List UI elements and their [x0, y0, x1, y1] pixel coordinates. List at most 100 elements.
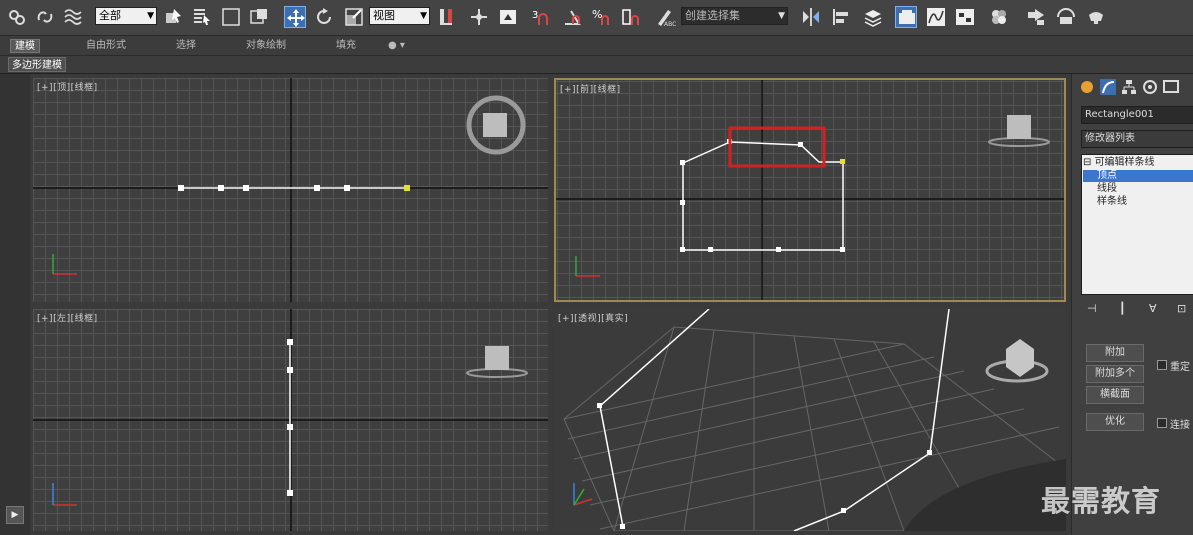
angle-snap-icon[interactable] [561, 6, 583, 28]
refine-button[interactable]: 优化 [1086, 413, 1144, 431]
snap-toggle-icon[interactable]: 3 [530, 6, 552, 28]
mirror-icon[interactable] [800, 6, 822, 28]
display-panel-icon[interactable] [1162, 78, 1180, 96]
tab-populate[interactable]: 填充 [332, 39, 360, 53]
reference-coord-value: 视图 [373, 9, 395, 22]
spline-vertex[interactable] [776, 247, 781, 252]
edit-named-sets-icon[interactable]: ABC [654, 6, 676, 28]
view-cube-icon[interactable] [466, 346, 528, 378]
spline-vertex[interactable] [680, 247, 685, 252]
stack-item-segment[interactable]: 线段 [1083, 183, 1193, 195]
render-icon[interactable] [1085, 6, 1107, 28]
axis-tripod-icon [52, 483, 77, 506]
bind-spacewarp-icon[interactable] [62, 6, 84, 28]
spline-vertex[interactable] [218, 185, 224, 191]
spline-perspective-left[interactable] [599, 309, 710, 528]
front-view-drawing [556, 80, 1064, 300]
stack-item-editable-spline[interactable]: ⊟ 可编辑样条线 [1083, 157, 1193, 169]
connect-checkbox[interactable] [1157, 418, 1167, 428]
modify-panel-icon[interactable] [1099, 78, 1117, 96]
stack-tools-row: ⊣ ┃ ∀ ⊡ [1081, 300, 1193, 318]
tab-freeform[interactable]: 自由形式 [82, 39, 130, 53]
create-panel-icon[interactable] [1078, 78, 1096, 96]
view-cube-icon[interactable] [466, 95, 526, 155]
tab-modeling[interactable]: 建模 [10, 39, 40, 53]
edited-rectangle-spline[interactable] [682, 141, 844, 251]
viewport-front[interactable]: [+][前][线框] [554, 78, 1066, 302]
spline-vertex[interactable] [178, 185, 184, 191]
spline-vertex[interactable] [287, 367, 293, 373]
attach-multiple-button[interactable]: 附加多个 [1086, 365, 1144, 383]
attach-button[interactable]: 附加 [1086, 344, 1144, 362]
polygon-modeling-tab[interactable]: 多边形建模 [8, 57, 66, 72]
spline-vertex[interactable] [314, 185, 320, 191]
spline-vertex[interactable] [841, 508, 846, 513]
modifier-stack[interactable]: ⊟ 可编辑样条线 顶点 线段 样条线 [1081, 154, 1193, 295]
spline-vertex[interactable] [620, 524, 625, 529]
graphite-tools-icon[interactable] [895, 6, 917, 28]
cross-section-label: 横截面 [1100, 389, 1130, 400]
spline-vertex[interactable] [287, 424, 293, 430]
viewport-left[interactable]: [+][左][线框] [33, 309, 548, 531]
keyboard-shortcut-icon[interactable] [497, 6, 519, 28]
rect-region-icon[interactable] [220, 6, 242, 28]
show-end-result-icon[interactable]: ┃ [1119, 302, 1126, 315]
tab-selection[interactable]: 选择 [172, 39, 200, 53]
cross-section-button[interactable]: 横截面 [1086, 386, 1144, 404]
spline-vertex[interactable] [927, 450, 932, 455]
spline-vertex[interactable] [708, 247, 713, 252]
tab-object-paint[interactable]: 对象绘制 [242, 39, 290, 53]
spline-vertex[interactable] [287, 339, 293, 345]
object-name-field[interactable]: Rectangle001 [1081, 106, 1193, 124]
spinner-snap-icon[interactable] [620, 6, 642, 28]
view-cube-icon[interactable] [985, 339, 1049, 383]
stack-item-vertex[interactable]: 顶点 [1083, 170, 1193, 182]
viewport-top[interactable]: [+][顶][线框] [33, 78, 548, 302]
motion-panel-icon[interactable] [1141, 78, 1159, 96]
play-animation-button[interactable]: ▶ [6, 506, 24, 524]
selection-filter-dropdown[interactable]: 全部 ▼ [95, 7, 157, 25]
layer-manager-icon[interactable] [862, 6, 884, 28]
material-editor-icon[interactable] [988, 6, 1010, 28]
link-icon[interactable] [6, 6, 28, 28]
reorient-checkbox[interactable] [1157, 360, 1167, 370]
percent-snap-icon[interactable]: % [591, 6, 613, 28]
spline-vertex[interactable] [597, 403, 602, 408]
spline-vertex[interactable] [680, 200, 685, 205]
spline-vertex-selected[interactable] [404, 185, 410, 191]
make-unique-icon[interactable]: ∀ [1149, 302, 1157, 315]
curve-editor-icon[interactable] [925, 6, 947, 28]
select-rotate-icon[interactable] [313, 6, 335, 28]
pin-stack-icon[interactable]: ⊣ [1087, 302, 1097, 315]
select-by-name-icon[interactable] [191, 6, 213, 28]
remove-modifier-icon[interactable]: ⊡ [1177, 302, 1186, 315]
spline-vertex[interactable] [840, 247, 845, 252]
pivot-icon[interactable] [436, 6, 458, 28]
align-icon[interactable] [830, 6, 852, 28]
hierarchy-panel-icon[interactable] [1120, 78, 1138, 96]
select-scale-icon[interactable] [343, 6, 365, 28]
spline-vertex[interactable] [798, 142, 803, 147]
spline-vertex[interactable] [287, 490, 293, 496]
select-object-icon[interactable] [163, 6, 185, 28]
spline-vertex-selected[interactable] [840, 159, 845, 164]
modifier-list-dropdown[interactable]: 修改器列表 [1081, 130, 1193, 148]
schematic-view-icon[interactable] [954, 6, 976, 28]
spline-vertex[interactable] [344, 185, 350, 191]
spline-vertex[interactable] [680, 160, 685, 165]
refine-label: 优化 [1105, 416, 1125, 427]
select-move-icon[interactable] [284, 6, 306, 28]
spline-perspective-right[interactable] [793, 309, 950, 531]
reference-coord-dropdown[interactable]: 视图 ▼ [369, 7, 430, 25]
named-selection-dropdown[interactable]: 创建选择集 ▼ [681, 7, 788, 25]
viewport-perspective[interactable]: [+][透视][真实] [554, 309, 1066, 531]
unlink-icon[interactable] [34, 6, 56, 28]
stack-item-spline[interactable]: 样条线 [1083, 196, 1193, 208]
render-setup-icon[interactable] [1025, 6, 1047, 28]
rendered-frame-icon[interactable] [1055, 6, 1077, 28]
spline-vertex[interactable] [243, 185, 249, 191]
ribbon-options-icon[interactable]: ● ▾ [384, 39, 409, 53]
window-crossing-icon[interactable] [248, 6, 270, 28]
view-cube-icon[interactable] [988, 115, 1050, 147]
select-manipulate-icon[interactable] [468, 6, 490, 28]
